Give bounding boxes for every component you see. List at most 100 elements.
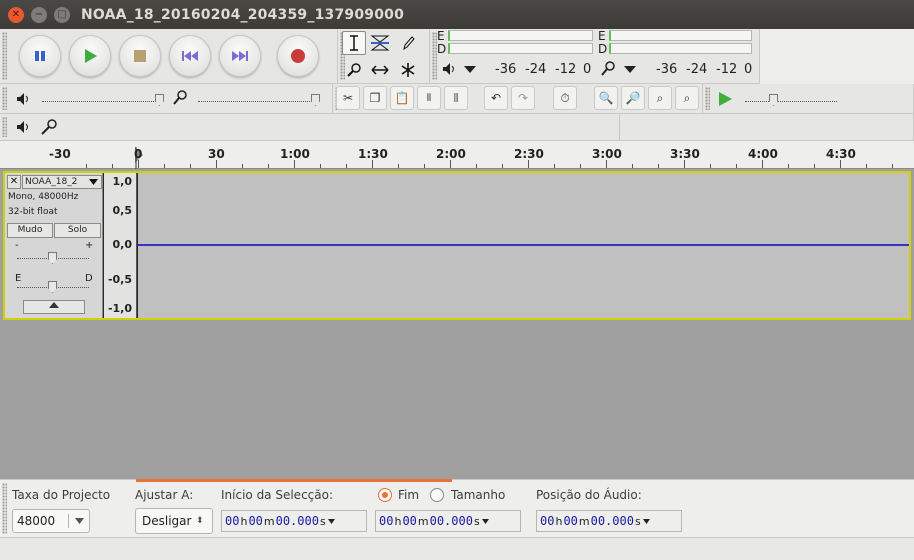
snap-to-value: Desligar bbox=[142, 514, 192, 528]
envelope-tool[interactable] bbox=[368, 31, 392, 55]
pause-button[interactable] bbox=[19, 35, 61, 77]
track-control-panel: ✕ NOAA_18_2 Mono, 48000Hz 32-bit float M… bbox=[5, 173, 103, 318]
chevron-down-icon bbox=[75, 518, 84, 524]
record-volume-slider[interactable] bbox=[198, 101, 318, 102]
audio-track[interactable]: ✕ NOAA_18_2 Mono, 48000Hz 32-bit float M… bbox=[3, 171, 911, 320]
microphone-icon bbox=[41, 119, 57, 135]
ruler-tick bbox=[294, 160, 295, 168]
fit-selection-button[interactable]: ⌕ bbox=[648, 86, 672, 110]
snap-to-combo[interactable]: Desligar ⬍ bbox=[135, 508, 213, 534]
record-volume-thumb[interactable] bbox=[311, 94, 320, 106]
mute-button[interactable]: Mudo bbox=[7, 223, 53, 238]
record-scale-0: 0 bbox=[744, 62, 753, 77]
silence-button[interactable]: ⫼ bbox=[444, 86, 468, 110]
play-at-speed-icon[interactable] bbox=[717, 91, 733, 107]
audio-position-label: Posição do Áudio: bbox=[536, 488, 642, 502]
window-close-button[interactable]: ✕ bbox=[8, 6, 24, 23]
speed-slider-thumb[interactable] bbox=[769, 94, 778, 106]
skip-to-end-button[interactable] bbox=[219, 35, 261, 77]
record-button[interactable] bbox=[277, 35, 319, 77]
zoom-out-icon: 🔎 bbox=[625, 91, 641, 105]
playback-volume-thumb[interactable] bbox=[155, 94, 164, 106]
toolbar-grip[interactable] bbox=[2, 87, 7, 110]
toolbar-grip[interactable] bbox=[2, 32, 7, 80]
playback-meter-right[interactable] bbox=[448, 43, 593, 54]
ruler-tick bbox=[710, 164, 711, 168]
length-radio[interactable] bbox=[430, 488, 444, 502]
zoom-out-button[interactable]: 🔎 bbox=[621, 86, 645, 110]
mixer-toolbar bbox=[0, 84, 333, 114]
end-minutes-unit: m bbox=[417, 514, 429, 528]
toolbar-grip[interactable] bbox=[2, 483, 7, 534]
trim-button[interactable]: ⫴ bbox=[417, 86, 441, 110]
stop-button[interactable] bbox=[119, 35, 161, 77]
solo-button[interactable]: Solo bbox=[54, 223, 101, 238]
pan-slider-thumb[interactable] bbox=[48, 281, 57, 293]
gain-slider-thumb[interactable] bbox=[48, 252, 57, 264]
track-name-menu[interactable]: NOAA_18_2 bbox=[22, 175, 102, 189]
collapse-track-button[interactable] bbox=[23, 300, 85, 314]
track-bitdepth: 32-bit float bbox=[8, 207, 58, 217]
magnifier-icon bbox=[347, 63, 361, 77]
chevron-up-icon bbox=[49, 302, 59, 308]
silence-icon: ⫼ bbox=[453, 92, 459, 104]
waveform-area[interactable] bbox=[138, 173, 909, 318]
ruler-tick bbox=[606, 160, 607, 168]
project-rate-value: 48000 bbox=[13, 514, 69, 528]
redo-button[interactable]: ↷ bbox=[511, 86, 535, 110]
zoom-in-button[interactable]: 🔍 bbox=[594, 86, 618, 110]
selection-end-time[interactable]: 00 h 00 m 00.000 s bbox=[375, 510, 521, 532]
double-arrow-icon bbox=[371, 65, 389, 75]
paste-button[interactable]: 📋 bbox=[390, 86, 414, 110]
undo-button[interactable]: ↶ bbox=[484, 86, 508, 110]
timeline-ruler[interactable]: -30 0 30 1:00 1:30 2:00 2:30 3:00 3:30 4… bbox=[0, 143, 914, 169]
play-button[interactable] bbox=[69, 35, 111, 77]
transport-toolbar bbox=[0, 29, 338, 84]
title-bar: ✕ − □ NOAA_18_20160204_204359_137909000 bbox=[0, 0, 914, 29]
fit-project-button[interactable]: ⌕ bbox=[675, 86, 699, 110]
sync-lock-button[interactable]: ⏱ bbox=[553, 86, 577, 110]
time-shift-tool[interactable] bbox=[368, 58, 392, 82]
window-maximize-button[interactable]: □ bbox=[54, 6, 70, 23]
pos-minutes: 00 bbox=[563, 514, 578, 528]
ruler-tick bbox=[320, 164, 321, 168]
selection-start-time[interactable]: 00 h 00 m 00.000 s bbox=[221, 510, 367, 532]
multi-tool[interactable] bbox=[396, 58, 420, 82]
end-radio[interactable] bbox=[378, 488, 392, 502]
toolbar-grip[interactable] bbox=[2, 117, 7, 137]
pan-left-label: E bbox=[15, 273, 22, 284]
zoom-tool[interactable] bbox=[342, 58, 366, 82]
window-minimize-button[interactable]: − bbox=[31, 6, 47, 23]
pause-icon bbox=[35, 51, 45, 61]
ruler-tick bbox=[138, 160, 139, 168]
draw-tool[interactable] bbox=[396, 31, 420, 55]
project-rate-combo[interactable]: 48000 bbox=[12, 509, 90, 533]
chevron-down-icon[interactable] bbox=[624, 66, 636, 74]
toolbar-grip[interactable] bbox=[705, 87, 710, 110]
selection-tool[interactable] bbox=[342, 31, 366, 55]
ruler-label: 2:00 bbox=[436, 147, 466, 161]
playback-volume-slider[interactable] bbox=[42, 101, 162, 102]
audio-position-time[interactable]: 00 h 00 m 00.000 s bbox=[536, 510, 682, 532]
record-meter-right[interactable] bbox=[609, 43, 752, 54]
vruler-label: 1,0 bbox=[112, 175, 133, 188]
scissors-icon: ✂ bbox=[342, 91, 354, 105]
copy-icon: ❐ bbox=[369, 91, 381, 105]
speaker-icon bbox=[443, 63, 454, 75]
end-seconds-unit: s bbox=[473, 514, 480, 528]
speed-slider[interactable] bbox=[745, 101, 837, 102]
record-meter-left[interactable] bbox=[609, 30, 752, 41]
track-close-button[interactable]: ✕ bbox=[7, 175, 21, 189]
selection-toolbar: Taxa do Projecto 48000 Ajustar A: Deslig… bbox=[0, 479, 914, 537]
chevron-down-icon[interactable] bbox=[464, 66, 476, 74]
envelope-icon bbox=[370, 35, 390, 51]
zoom-in-icon: 🔍 bbox=[598, 91, 614, 105]
playback-meter-left[interactable] bbox=[448, 30, 593, 41]
vertical-ruler[interactable]: 1,0 0,5 0,0 -0,5 -1,0 bbox=[104, 173, 137, 318]
cut-button[interactable]: ✂ bbox=[336, 86, 360, 110]
record-icon bbox=[291, 49, 305, 63]
copy-button[interactable]: ❐ bbox=[363, 86, 387, 110]
paste-icon: 📋 bbox=[394, 91, 410, 105]
skip-to-start-button[interactable] bbox=[169, 35, 211, 77]
selection-start-label: Início da Selecção: bbox=[221, 488, 334, 502]
